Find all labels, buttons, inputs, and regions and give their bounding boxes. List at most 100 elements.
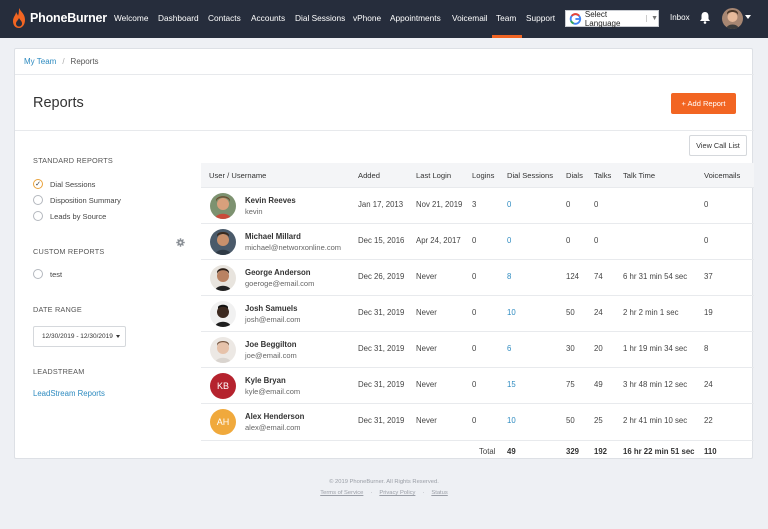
nav-appointments[interactable]: Appointments [390, 13, 441, 23]
cell-talk-time: 2 hr 41 min 10 sec [623, 416, 688, 425]
table-row[interactable]: Joe Beggilton joe@email.com Dec 31, 2019… [201, 331, 754, 367]
nav-voicemail[interactable]: Voicemail [452, 13, 488, 23]
google-icon [569, 12, 582, 25]
avatar-initials: KB [210, 373, 236, 399]
column-header-talks[interactable]: Talks [594, 171, 611, 180]
cell-last-login: Apr 24, 2017 [416, 236, 461, 245]
user-name[interactable]: Josh Samuels [245, 304, 297, 313]
user-name[interactable]: George Anderson [245, 268, 311, 277]
cell-dial-sessions[interactable]: 0 [507, 200, 511, 209]
column-header-added[interactable]: Added [358, 171, 380, 180]
bell-icon[interactable] [699, 11, 711, 24]
radio-icon [33, 211, 43, 221]
cell-dial-sessions[interactable]: 15 [507, 380, 516, 389]
report-option-label: Dial Sessions [50, 179, 96, 189]
leadstream-heading: LEADSTREAM [33, 367, 85, 376]
user-username: josh@email.com [245, 315, 301, 324]
top-nav-bar: PhoneBurner Welcome Dashboard Contacts A… [0, 0, 768, 38]
nav-contacts[interactable]: Contacts [208, 13, 241, 23]
table-header: User / Username Added Last Login Logins … [201, 163, 754, 187]
user-name[interactable]: Kevin Reeves [245, 196, 296, 205]
cell-dial-sessions[interactable]: 10 [507, 308, 516, 317]
user-name[interactable]: Alex Henderson [245, 412, 304, 421]
cell-logins: 0 [472, 308, 477, 317]
user-menu-caret-icon[interactable] [745, 15, 751, 19]
cell-dial-sessions[interactable]: 6 [507, 344, 511, 353]
column-header-last-login[interactable]: Last Login [416, 171, 451, 180]
cell-added: Dec 31, 2019 [358, 380, 405, 389]
nav-dial-sessions[interactable]: Dial Sessions [295, 13, 345, 23]
column-header-talk-time[interactable]: Talk Time [623, 171, 655, 180]
user-username: kevin [245, 207, 263, 216]
date-range-picker[interactable]: 12/30/2019 - 12/30/2019 [33, 326, 126, 347]
table-row[interactable]: George Anderson goeroge@email.com Dec 26… [201, 259, 754, 295]
cell-voicemails: 0 [704, 236, 709, 245]
view-call-list-button[interactable]: View Call List [689, 135, 747, 156]
column-header-user[interactable]: User / Username [209, 171, 266, 180]
leadstream-reports-link[interactable]: LeadStream Reports [33, 389, 105, 398]
title-divider [15, 130, 754, 131]
cell-voicemails: 24 [704, 380, 713, 389]
column-header-voicemails[interactable]: Voicemails [704, 171, 740, 180]
report-option-dial-sessions[interactable]: ✓ Dial Sessions [33, 179, 95, 189]
avatar [210, 229, 236, 255]
avatar [210, 301, 236, 327]
nav-accounts[interactable]: Accounts [251, 13, 285, 23]
footer-links: Terms of Service · Privacy Policy · Stat… [0, 490, 768, 496]
flame-logo-icon [13, 8, 25, 28]
table-row[interactable]: Kevin Reeves kevin Jan 17, 2013 Nov 21, … [201, 187, 754, 223]
column-header-dials[interactable]: Dials [566, 171, 583, 180]
table-row[interactable]: KB Kyle Bryan kyle@email.com Dec 31, 201… [201, 367, 754, 403]
nav-vphone[interactable]: vPhone [353, 13, 381, 23]
table-row[interactable]: Josh Samuels josh@email.com Dec 31, 2019… [201, 295, 754, 331]
custom-report-test[interactable]: test [33, 269, 62, 279]
date-range-heading: DATE RANGE [33, 305, 82, 314]
cell-talks: 20 [594, 344, 603, 353]
breadcrumb-separator: / [62, 57, 65, 66]
nav-welcome[interactable]: Welcome [114, 13, 148, 23]
total-dial-sessions: 49 [507, 447, 516, 456]
cell-dials: 0 [566, 200, 571, 209]
language-select[interactable]: Select Language ▼ [565, 9, 659, 28]
user-username: joe@email.com [245, 351, 297, 360]
cell-logins: 0 [472, 416, 477, 425]
cell-talks: 49 [594, 380, 603, 389]
cell-talks: 25 [594, 416, 603, 425]
user-name[interactable]: Kyle Bryan [245, 376, 286, 385]
report-option-disposition-summary[interactable]: Disposition Summary [33, 195, 121, 205]
table-row[interactable]: AH Alex Henderson alex@email.com Dec 31,… [201, 403, 754, 439]
user-name[interactable]: Joe Beggilton [245, 340, 297, 349]
privacy-policy-link[interactable]: Privacy Policy [379, 490, 415, 496]
inbox-link[interactable]: Inbox [670, 13, 690, 22]
cell-last-login: Never [416, 308, 437, 317]
cell-dial-sessions[interactable]: 0 [507, 236, 511, 245]
cell-talks: 0 [594, 236, 599, 245]
report-option-label: Leads by Source [50, 211, 107, 221]
table-row[interactable]: Michael Millard michael@networxonline.co… [201, 223, 754, 259]
user-avatar[interactable] [722, 8, 743, 29]
nav-team[interactable]: Team [496, 13, 516, 23]
cell-added: Dec 26, 2019 [358, 272, 405, 281]
column-header-logins[interactable]: Logins [472, 171, 494, 180]
phoneburner-logo[interactable]: PhoneBurner [11, 6, 107, 30]
custom-report-label: test [50, 269, 63, 279]
add-report-button[interactable]: + Add Report [671, 93, 736, 114]
terms-of-service-link[interactable]: Terms of Service [320, 490, 363, 496]
date-range-value: 12/30/2019 - 12/30/2019 [42, 333, 113, 340]
user-username: alex@email.com [245, 423, 301, 432]
report-option-leads-by-source[interactable]: Leads by Source [33, 211, 106, 221]
user-name[interactable]: Michael Millard [245, 232, 301, 241]
column-header-dial-sessions[interactable]: Dial Sessions [507, 171, 553, 180]
custom-reports-heading: CUSTOM REPORTS [33, 247, 105, 256]
status-link[interactable]: Status [431, 490, 447, 496]
nav-support[interactable]: Support [526, 13, 555, 23]
cell-dial-sessions[interactable]: 10 [507, 416, 516, 425]
cell-dials: 50 [566, 308, 575, 317]
language-select-label: Select Language [584, 9, 621, 28]
nav-dashboard[interactable]: Dashboard [158, 13, 199, 23]
header-divider [15, 74, 754, 75]
cell-logins: 0 [472, 380, 477, 389]
breadcrumb-my-team[interactable]: My Team [24, 57, 56, 66]
cell-dial-sessions[interactable]: 8 [507, 272, 511, 281]
gear-icon[interactable] [176, 238, 185, 247]
